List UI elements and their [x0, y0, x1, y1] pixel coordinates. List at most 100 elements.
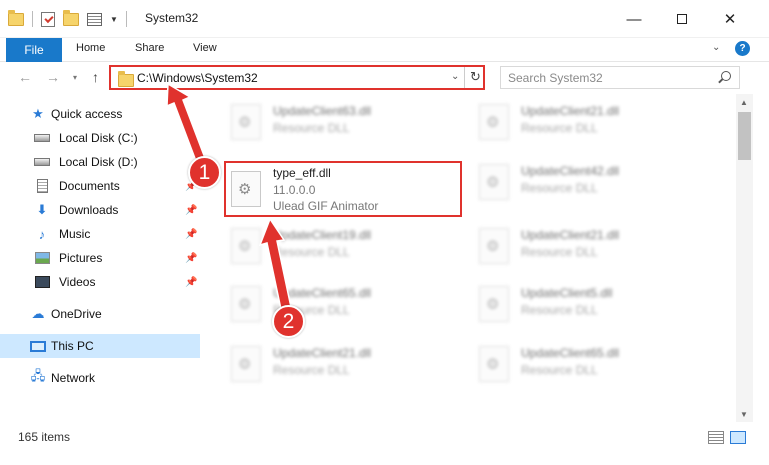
file-name: UpdateClient65.dll: [521, 346, 620, 360]
highlighted-file-tile[interactable]: type_eff.dll 11.0.0.0 Ulead GIF Animator: [224, 161, 462, 217]
refresh-icon[interactable]: ↻: [470, 69, 481, 85]
file-name: UpdateClient21.dll: [273, 346, 372, 360]
pin-icon[interactable]: 📌: [185, 277, 197, 288]
file-name: UpdateClient21.dll: [521, 104, 620, 118]
file-tile[interactable]: UpdateClient65.dll Resource DLL: [474, 336, 704, 388]
sidebar-item-music[interactable]: ♪ Music 📌: [0, 222, 200, 246]
download-icon: ⬇: [36, 202, 48, 217]
back-button[interactable]: ←: [18, 69, 32, 85]
scroll-up-icon[interactable]: ▲: [740, 98, 748, 107]
file-type: Resource DLL: [273, 245, 350, 259]
tab-view[interactable]: View: [193, 42, 217, 54]
dll-file-icon: [479, 286, 509, 322]
disk-icon: [34, 131, 50, 145]
file-tile[interactable]: UpdateClient21.dll Resource DLL: [474, 94, 704, 146]
sidebar-item-videos[interactable]: Videos 📌: [0, 270, 200, 294]
close-button[interactable]: ✕: [707, 0, 753, 38]
file-description: Ulead GIF Animator: [273, 199, 379, 213]
forward-button[interactable]: →: [46, 69, 60, 85]
vertical-scrollbar[interactable]: ▲ ▼: [736, 94, 753, 422]
file-name: UpdateClient63.dll: [273, 104, 372, 118]
search-icon[interactable]: [721, 71, 731, 81]
dll-file-icon: [231, 171, 261, 207]
file-type: Resource DLL: [521, 181, 598, 195]
navigation-bar: ← → ▾ ↑ C:\Windows\System32 ⌄ ↻ Search S…: [0, 62, 769, 94]
chevron-down-icon[interactable]: ⌄: [451, 71, 459, 82]
maximize-button[interactable]: [659, 0, 705, 38]
window-title: System32: [145, 11, 199, 25]
file-tile[interactable]: UpdateClient19.dll Resource DLL: [226, 218, 456, 270]
sidebar-item-pictures[interactable]: Pictures 📌: [0, 246, 200, 270]
search-placeholder[interactable]: Search System32: [508, 71, 603, 85]
dll-file-icon: [231, 286, 261, 322]
scroll-thumb[interactable]: [738, 112, 751, 160]
file-type: Resource DLL: [521, 121, 598, 135]
file-name: UpdateClient5.dll: [521, 286, 613, 300]
sidebar-item-label: Downloads: [59, 203, 119, 217]
dll-file-icon: [479, 346, 509, 382]
sidebar-item-quick-access[interactable]: ★ Quick access: [0, 102, 200, 126]
file-type: Resource DLL: [273, 363, 350, 377]
sidebar-item-downloads[interactable]: ⬇ Downloads 📌: [0, 198, 200, 222]
sidebar-item-label: Music: [59, 227, 91, 241]
file-tile[interactable]: UpdateClient42.dll Resource DLL: [474, 154, 704, 206]
file-tile[interactable]: UpdateClient21.dll Resource DLL: [226, 336, 456, 388]
sidebar-item-documents[interactable]: Documents 📌: [0, 174, 200, 198]
item-count: 165 items: [18, 430, 71, 444]
up-button[interactable]: ↑: [92, 69, 99, 85]
file-tile[interactable]: UpdateClient65.dll Resource DLL: [226, 276, 456, 328]
file-version: 11.0.0.0: [273, 183, 316, 197]
file-tile[interactable]: UpdateClient21.dll Resource DLL: [474, 218, 704, 270]
search-input[interactable]: Search System32: [500, 66, 740, 89]
star-icon: ★: [32, 106, 44, 121]
maximize-icon: [677, 14, 687, 24]
toolbar-divider: [32, 11, 33, 27]
toolbar-divider: [125, 11, 127, 27]
expand-ribbon-icon[interactable]: ⌄: [712, 42, 720, 53]
file-tile[interactable]: UpdateClient63.dll Resource DLL: [226, 94, 456, 146]
new-folder-icon[interactable]: [63, 9, 79, 26]
videos-icon: [34, 275, 50, 289]
pin-icon[interactable]: 📌: [185, 253, 197, 264]
file-tile[interactable]: UpdateClient5.dll Resource DLL: [474, 276, 704, 328]
sidebar-item-label: Documents: [59, 179, 120, 193]
dll-file-icon: [231, 228, 261, 264]
disk-icon: [34, 155, 50, 169]
quick-access-toolbar: ▼: [8, 9, 127, 27]
address-path[interactable]: C:\Windows\System32: [137, 71, 258, 85]
help-icon[interactable]: ?: [735, 41, 750, 56]
computer-icon: [30, 339, 46, 353]
ribbon-tabs: File Home Share View ⌄ ?: [0, 38, 769, 62]
scroll-down-icon[interactable]: ▼: [740, 410, 748, 419]
customize-toolbar-icon[interactable]: ▼: [110, 15, 118, 24]
tiles-view-icon[interactable]: [730, 431, 746, 444]
tab-home[interactable]: Home: [76, 42, 105, 54]
file-name: UpdateClient65.dll: [273, 286, 372, 300]
tab-share[interactable]: Share: [135, 42, 164, 54]
sidebar-item-label: Local Disk (D:): [59, 155, 138, 169]
properties-check-icon[interactable]: [41, 11, 55, 27]
minimize-button[interactable]: —: [611, 0, 657, 38]
tab-file[interactable]: File: [6, 38, 62, 62]
sidebar-item-local-disk-c[interactable]: Local Disk (C:): [0, 126, 200, 150]
folder-icon: [8, 9, 24, 26]
sidebar-item-label: Local Disk (C:): [59, 131, 138, 145]
sidebar-item-onedrive[interactable]: ☁ OneDrive: [0, 302, 200, 326]
title-bar: ▼ System32 — ✕: [0, 0, 769, 38]
folder-icon: [118, 71, 134, 87]
sidebar-item-local-disk-d[interactable]: Local Disk (D:): [0, 150, 200, 174]
dll-file-icon: [479, 228, 509, 264]
pin-icon[interactable]: 📌: [185, 229, 197, 240]
address-bar[interactable]: C:\Windows\System32 ⌄ ↻: [109, 65, 485, 90]
details-view-icon[interactable]: [708, 431, 724, 444]
sidebar-item-this-pc[interactable]: This PC: [0, 334, 200, 358]
properties-icon[interactable]: [87, 12, 102, 26]
file-type: Resource DLL: [521, 363, 598, 377]
network-icon: 🖧: [30, 368, 46, 383]
pin-icon[interactable]: 📌: [185, 205, 197, 216]
sidebar-item-label: Videos: [59, 275, 96, 289]
documents-icon: [34, 179, 50, 193]
sidebar-item-network[interactable]: 🖧 Network: [0, 366, 200, 390]
status-bar: 165 items: [0, 422, 769, 465]
recent-locations-icon[interactable]: ▾: [73, 73, 77, 82]
